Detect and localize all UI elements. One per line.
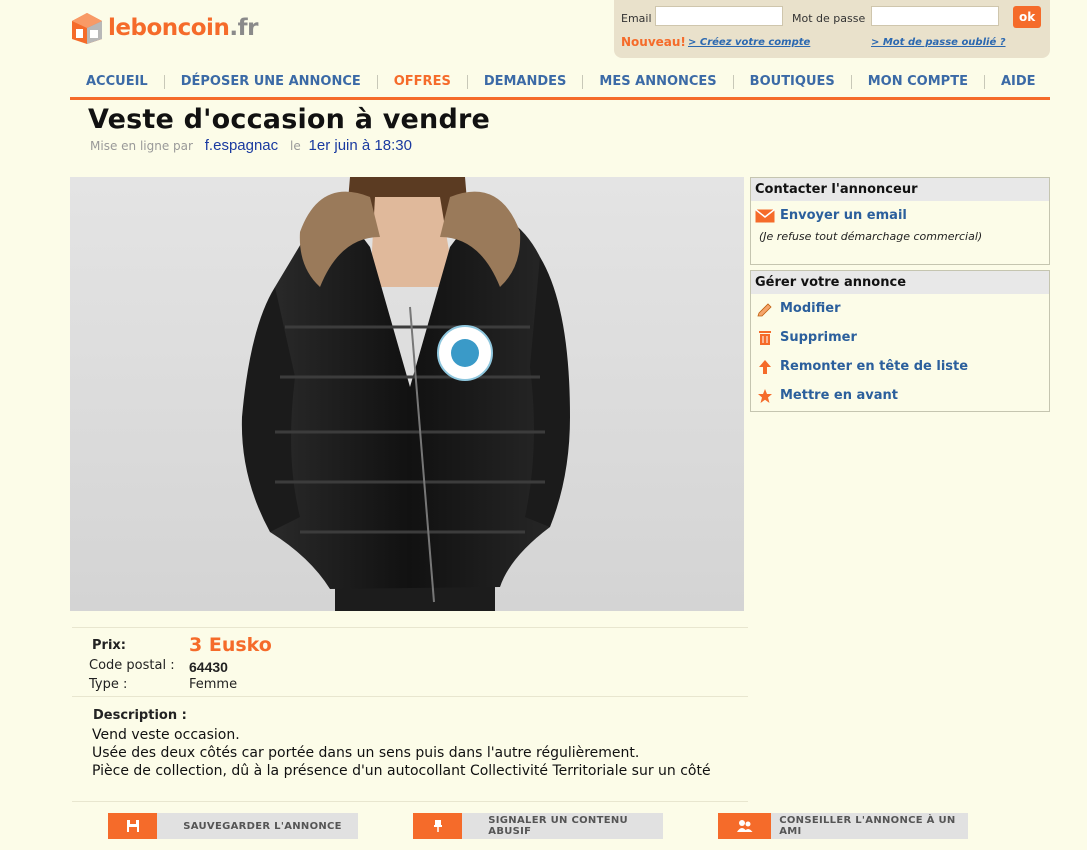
nav-boutiques[interactable]: BOUTIQUES — [732, 75, 851, 89]
nav-offres[interactable]: OFFRES — [376, 75, 467, 89]
nav-accueil[interactable]: ACCUEIL — [70, 75, 164, 89]
share-ad-button[interactable]: CONSEILLER L'ANNONCE À UN AMI — [718, 813, 968, 839]
bump-row[interactable]: Remonter en tête de liste — [751, 352, 1049, 381]
contact-box-title: Contacter l'annonceur — [751, 178, 1049, 201]
password-label: Mot de passe — [792, 12, 866, 25]
post-date: 1er juin à 18:30 — [308, 137, 412, 154]
contact-box: Contacter l'annonceur Envoyer un email (… — [750, 177, 1050, 265]
ad-byline: Mise en ligne par f.espagnac le 1er juin… — [90, 137, 412, 154]
ad-photo[interactable] — [70, 177, 744, 611]
posted-prefix: Mise en ligne par — [90, 139, 193, 153]
save-ad-button[interactable]: SAUVEGARDER L'ANNONCE — [108, 813, 358, 839]
manage-box: Gérer votre annonce Modifier Supprimer R… — [750, 270, 1050, 412]
send-email-link[interactable]: Envoyer un email — [780, 208, 907, 223]
pencil-icon — [755, 300, 775, 318]
le-label: le — [289, 139, 301, 153]
seller-link[interactable]: f.espagnac — [205, 137, 278, 154]
main-nav: ACCUEIL DÉPOSER UNE ANNONCE OFFRES DEMAN… — [70, 67, 1050, 100]
postcode-label: Code postal : — [89, 658, 175, 673]
description-line: Pièce de collection, dû à la présence d'… — [92, 763, 711, 779]
password-field[interactable] — [871, 6, 999, 26]
create-account-link[interactable]: > Créez votre compte — [688, 37, 810, 48]
type-label: Type : — [89, 677, 128, 692]
forgot-password-link[interactable]: > Mot de passe oublié ? — [871, 37, 1006, 48]
manage-box-title: Gérer votre annonce — [751, 271, 1049, 294]
description-label: Description : — [93, 708, 187, 723]
email-field[interactable] — [655, 6, 783, 26]
nav-deposer-annonce[interactable]: DÉPOSER UNE ANNONCE — [163, 75, 377, 89]
login-ok-button[interactable]: ok — [1013, 6, 1041, 28]
people-icon — [718, 813, 772, 839]
price-label: Prix: — [92, 638, 126, 653]
delete-row[interactable]: Supprimer — [751, 323, 1049, 352]
no-solicitation-note: (Je refuse tout démarchage commercial) — [759, 230, 983, 243]
share-ad-label: CONSEILLER L'ANNONCE À UN AMI — [771, 813, 968, 839]
postcode-value: 64430 — [189, 659, 228, 675]
modify-row[interactable]: Modifier — [751, 294, 1049, 323]
trash-icon — [755, 329, 775, 347]
delete-link[interactable]: Supprimer — [780, 330, 857, 345]
site-logo[interactable]: leboncoin.fr — [70, 11, 258, 45]
login-panel: Email Mot de passe ok Nouveau! > Créez v… — [614, 0, 1050, 58]
arrow-up-icon — [755, 358, 775, 376]
price-value: 3 Eusko — [189, 634, 272, 656]
bump-link[interactable]: Remonter en tête de liste — [780, 359, 968, 374]
report-abuse-button[interactable]: SIGNALER UN CONTENU ABUSIF — [413, 813, 663, 839]
ad-details — [72, 627, 748, 628]
ad-title: Veste d'occasion à vendre — [88, 104, 490, 135]
house-logo-icon — [70, 11, 104, 45]
feature-row[interactable]: Mettre en avant — [751, 381, 1049, 410]
details-divider — [72, 696, 748, 697]
logo-wordmark: leboncoin.fr — [108, 15, 258, 41]
nav-mes-annonces[interactable]: MES ANNONCES — [582, 75, 732, 89]
envelope-icon — [755, 207, 775, 225]
save-ad-label: SAUVEGARDER L'ANNONCE — [157, 813, 358, 839]
type-value: Femme — [189, 677, 238, 692]
star-icon — [755, 387, 775, 405]
nav-aide[interactable]: AIDE — [983, 75, 1052, 89]
modify-link[interactable]: Modifier — [780, 301, 841, 316]
report-abuse-label: SIGNALER UN CONTENU ABUSIF — [462, 813, 663, 839]
email-label: Email — [621, 12, 652, 25]
nav-mon-compte[interactable]: MON COMPTE — [850, 75, 984, 89]
feature-link[interactable]: Mettre en avant — [780, 388, 898, 403]
pin-icon — [413, 813, 463, 839]
floppy-icon — [108, 813, 158, 839]
send-email-row[interactable]: Envoyer un email — [751, 201, 1049, 230]
description-line: Usée des deux côtés car portée dans un s… — [92, 745, 640, 761]
description-divider — [72, 801, 748, 802]
nouveau-label: Nouveau! — [621, 35, 686, 49]
nav-demandes[interactable]: DEMANDES — [466, 75, 583, 89]
description-line: Vend veste occasion. — [92, 727, 240, 743]
